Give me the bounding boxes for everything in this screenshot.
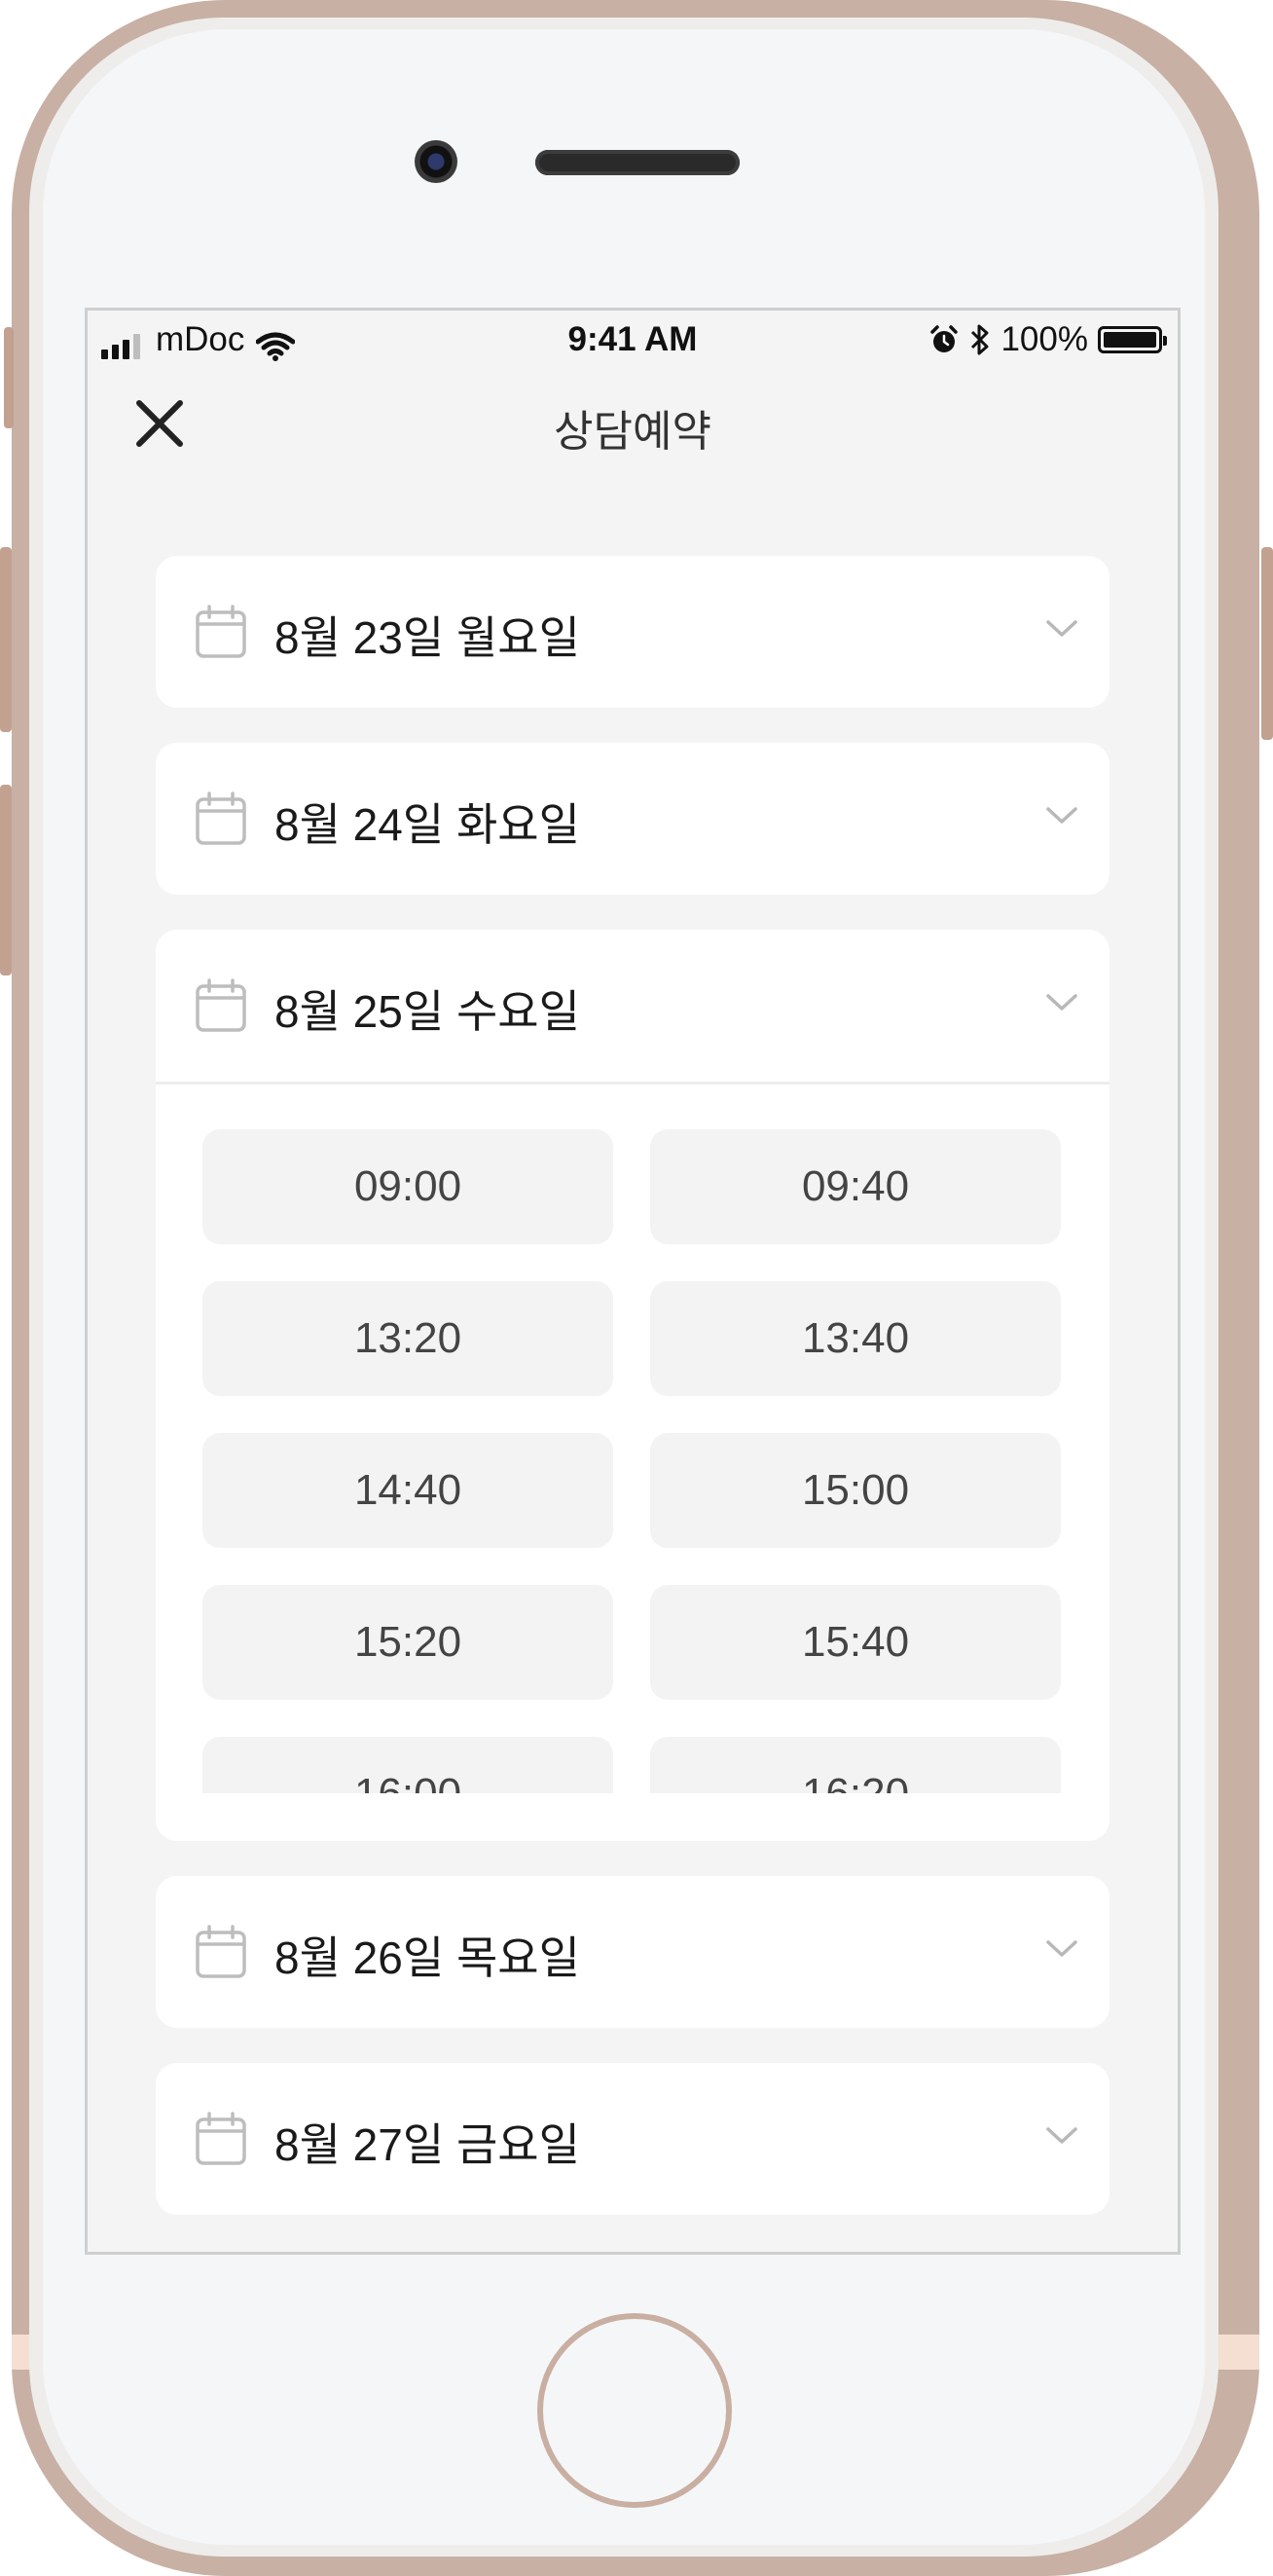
- alarm-icon: [930, 325, 959, 352]
- date-card-header[interactable]: 8월 23일 월요일: [156, 556, 1109, 708]
- navigation-bar: 상담예약: [88, 369, 1178, 466]
- chevron-down-icon: [1046, 1940, 1077, 1957]
- time-slot-button[interactable]: 13:20: [202, 1281, 613, 1396]
- time-slot-button[interactable]: 09:40: [650, 1129, 1061, 1244]
- time-slot-button[interactable]: 16:20: [650, 1737, 1061, 1793]
- date-card-expanded: 8월 25일 수요일 09:00 09:40 13:20 13:40 14:40…: [156, 930, 1109, 1841]
- date-card: 8월 27일 금요일: [156, 2063, 1109, 2215]
- time-slot-button[interactable]: 15:20: [202, 1585, 613, 1700]
- date-label: 8월 24일 화요일: [274, 799, 580, 850]
- volume-down-button: [0, 785, 12, 975]
- date-card: 8월 23일 월요일: [156, 556, 1109, 708]
- time-slot-button[interactable]: 09:00: [202, 1129, 613, 1244]
- volume-up-button: [0, 547, 12, 732]
- time-slot-button[interactable]: 15:40: [650, 1585, 1061, 1700]
- chevron-down-icon: [1046, 807, 1077, 824]
- chevron-down-icon: [1046, 2127, 1077, 2144]
- time-slot-button[interactable]: 13:40: [650, 1281, 1061, 1396]
- time-slot-button[interactable]: 15:00: [650, 1433, 1061, 1548]
- time-slot-button[interactable]: 14:40: [202, 1433, 613, 1548]
- date-label: 8월 25일 수요일: [274, 986, 580, 1037]
- time-slot-viewport: 09:00 09:40 13:20 13:40 14:40 15:00 15:2…: [156, 1085, 1109, 1793]
- date-card-header[interactable]: 8월 24일 화요일: [156, 743, 1109, 895]
- calendar-icon: [196, 791, 246, 845]
- date-card-header[interactable]: 8월 25일 수요일: [156, 930, 1109, 1082]
- page-title: 상담예약: [554, 408, 711, 456]
- date-card-header[interactable]: 8월 26일 목요일: [156, 1876, 1109, 2028]
- battery-percentage: 100%: [1000, 320, 1088, 358]
- calendar-icon: [196, 1925, 246, 1978]
- date-card: 8월 26일 목요일: [156, 1876, 1109, 2028]
- status-right: 100%: [928, 320, 1167, 359]
- power-button: [1261, 547, 1273, 740]
- calendar-icon: [196, 605, 246, 658]
- calendar-icon: [196, 978, 246, 1032]
- date-label: 8월 27일 금요일: [274, 2119, 580, 2170]
- date-label: 8월 23일 월요일: [274, 612, 580, 663]
- date-label: 8월 26일 목요일: [274, 1932, 580, 1983]
- status-bar: mDoc 9:41 AM 100%: [88, 311, 1178, 369]
- calendar-icon: [196, 2112, 246, 2165]
- home-button[interactable]: [537, 2313, 732, 2508]
- bluetooth-icon: [971, 324, 989, 355]
- earpiece-speaker: [535, 150, 740, 175]
- mute-switch: [4, 327, 14, 428]
- battery-icon: [1098, 326, 1167, 353]
- front-camera: [415, 140, 457, 183]
- time-slot-button[interactable]: 16:00: [202, 1737, 613, 1793]
- date-card: 8월 24일 화요일: [156, 743, 1109, 895]
- app-screen: mDoc 9:41 AM 100% 상담예약 8월 23일 월요일 8월 24일…: [85, 308, 1181, 2255]
- time-slot-list[interactable]: 09:00 09:40 13:20 13:40 14:40 15:00 15:2…: [156, 1085, 1109, 1793]
- chevron-down-icon: [1046, 620, 1077, 637]
- chevron-down-icon: [1046, 994, 1077, 1011]
- date-card-header[interactable]: 8월 27일 금요일: [156, 2063, 1109, 2215]
